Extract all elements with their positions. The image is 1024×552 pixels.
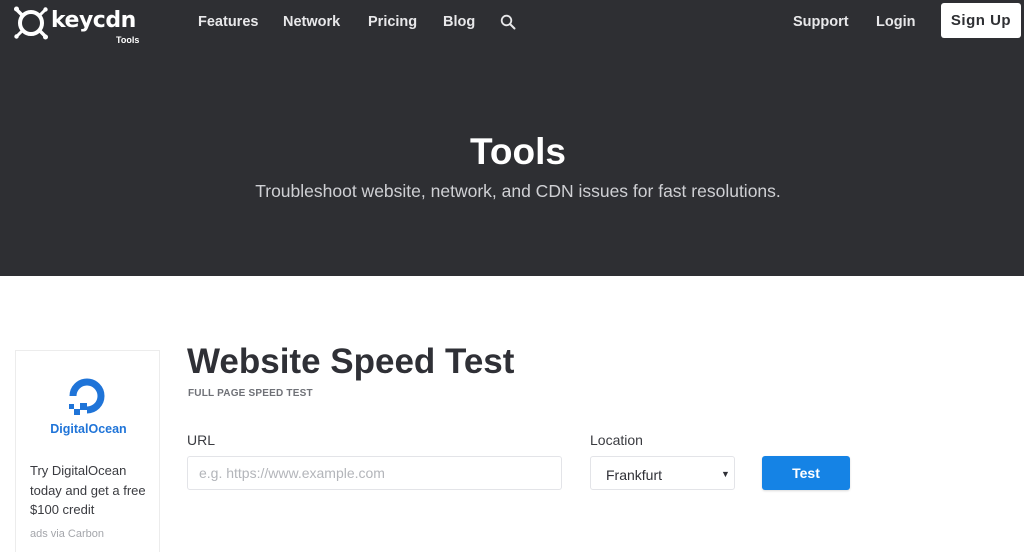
hero-subtitle: Troubleshoot website, network, and CDN i…	[255, 181, 781, 201]
caret-down-icon: ▼	[721, 469, 730, 479]
logo-wordmark: keycdn	[51, 8, 136, 33]
nav-support[interactable]: Support	[793, 13, 849, 31]
digitalocean-name: DigitalOcean	[50, 422, 127, 436]
ads-via-carbon-link[interactable]: ads via Carbon	[30, 527, 104, 541]
keycdn-logo[interactable]: keycdn Tools	[14, 5, 144, 45]
location-label: Location	[590, 432, 643, 448]
top-navbar: keycdn Tools Features Network Pricing Bl…	[0, 0, 1024, 45]
ad-text[interactable]: Try DigitalOcean today and get a free $1…	[30, 461, 150, 520]
hero-title: Tools	[470, 131, 566, 172]
url-input[interactable]	[187, 456, 562, 490]
location-selected-value: Frankfurt	[606, 467, 663, 483]
nav-features[interactable]: Features	[198, 13, 258, 31]
keycdn-logo-mark-icon	[14, 6, 48, 40]
logo-subtitle: Tools	[116, 35, 140, 45]
nav-pricing[interactable]: Pricing	[368, 13, 417, 31]
hero-section: keycdn Tools Features Network Pricing Bl…	[0, 0, 1024, 276]
url-label: URL	[187, 432, 216, 448]
page-title: Website Speed Test	[187, 342, 515, 381]
carbon-ad-card[interactable]: DigitalOcean Try DigitalOcean today and …	[15, 350, 160, 552]
digitalocean-logo-icon	[68, 377, 106, 417]
nav-login[interactable]: Login	[876, 13, 915, 31]
test-button[interactable]: Test	[762, 456, 850, 490]
nav-network[interactable]: Network	[283, 13, 340, 31]
search-icon[interactable]	[500, 14, 516, 30]
sign-up-button[interactable]: Sign Up	[941, 3, 1021, 38]
nav-blog[interactable]: Blog	[443, 13, 475, 31]
page-kicker: FULL PAGE SPEED TEST	[188, 388, 313, 399]
location-select[interactable]: Frankfurt ▼	[590, 456, 735, 490]
